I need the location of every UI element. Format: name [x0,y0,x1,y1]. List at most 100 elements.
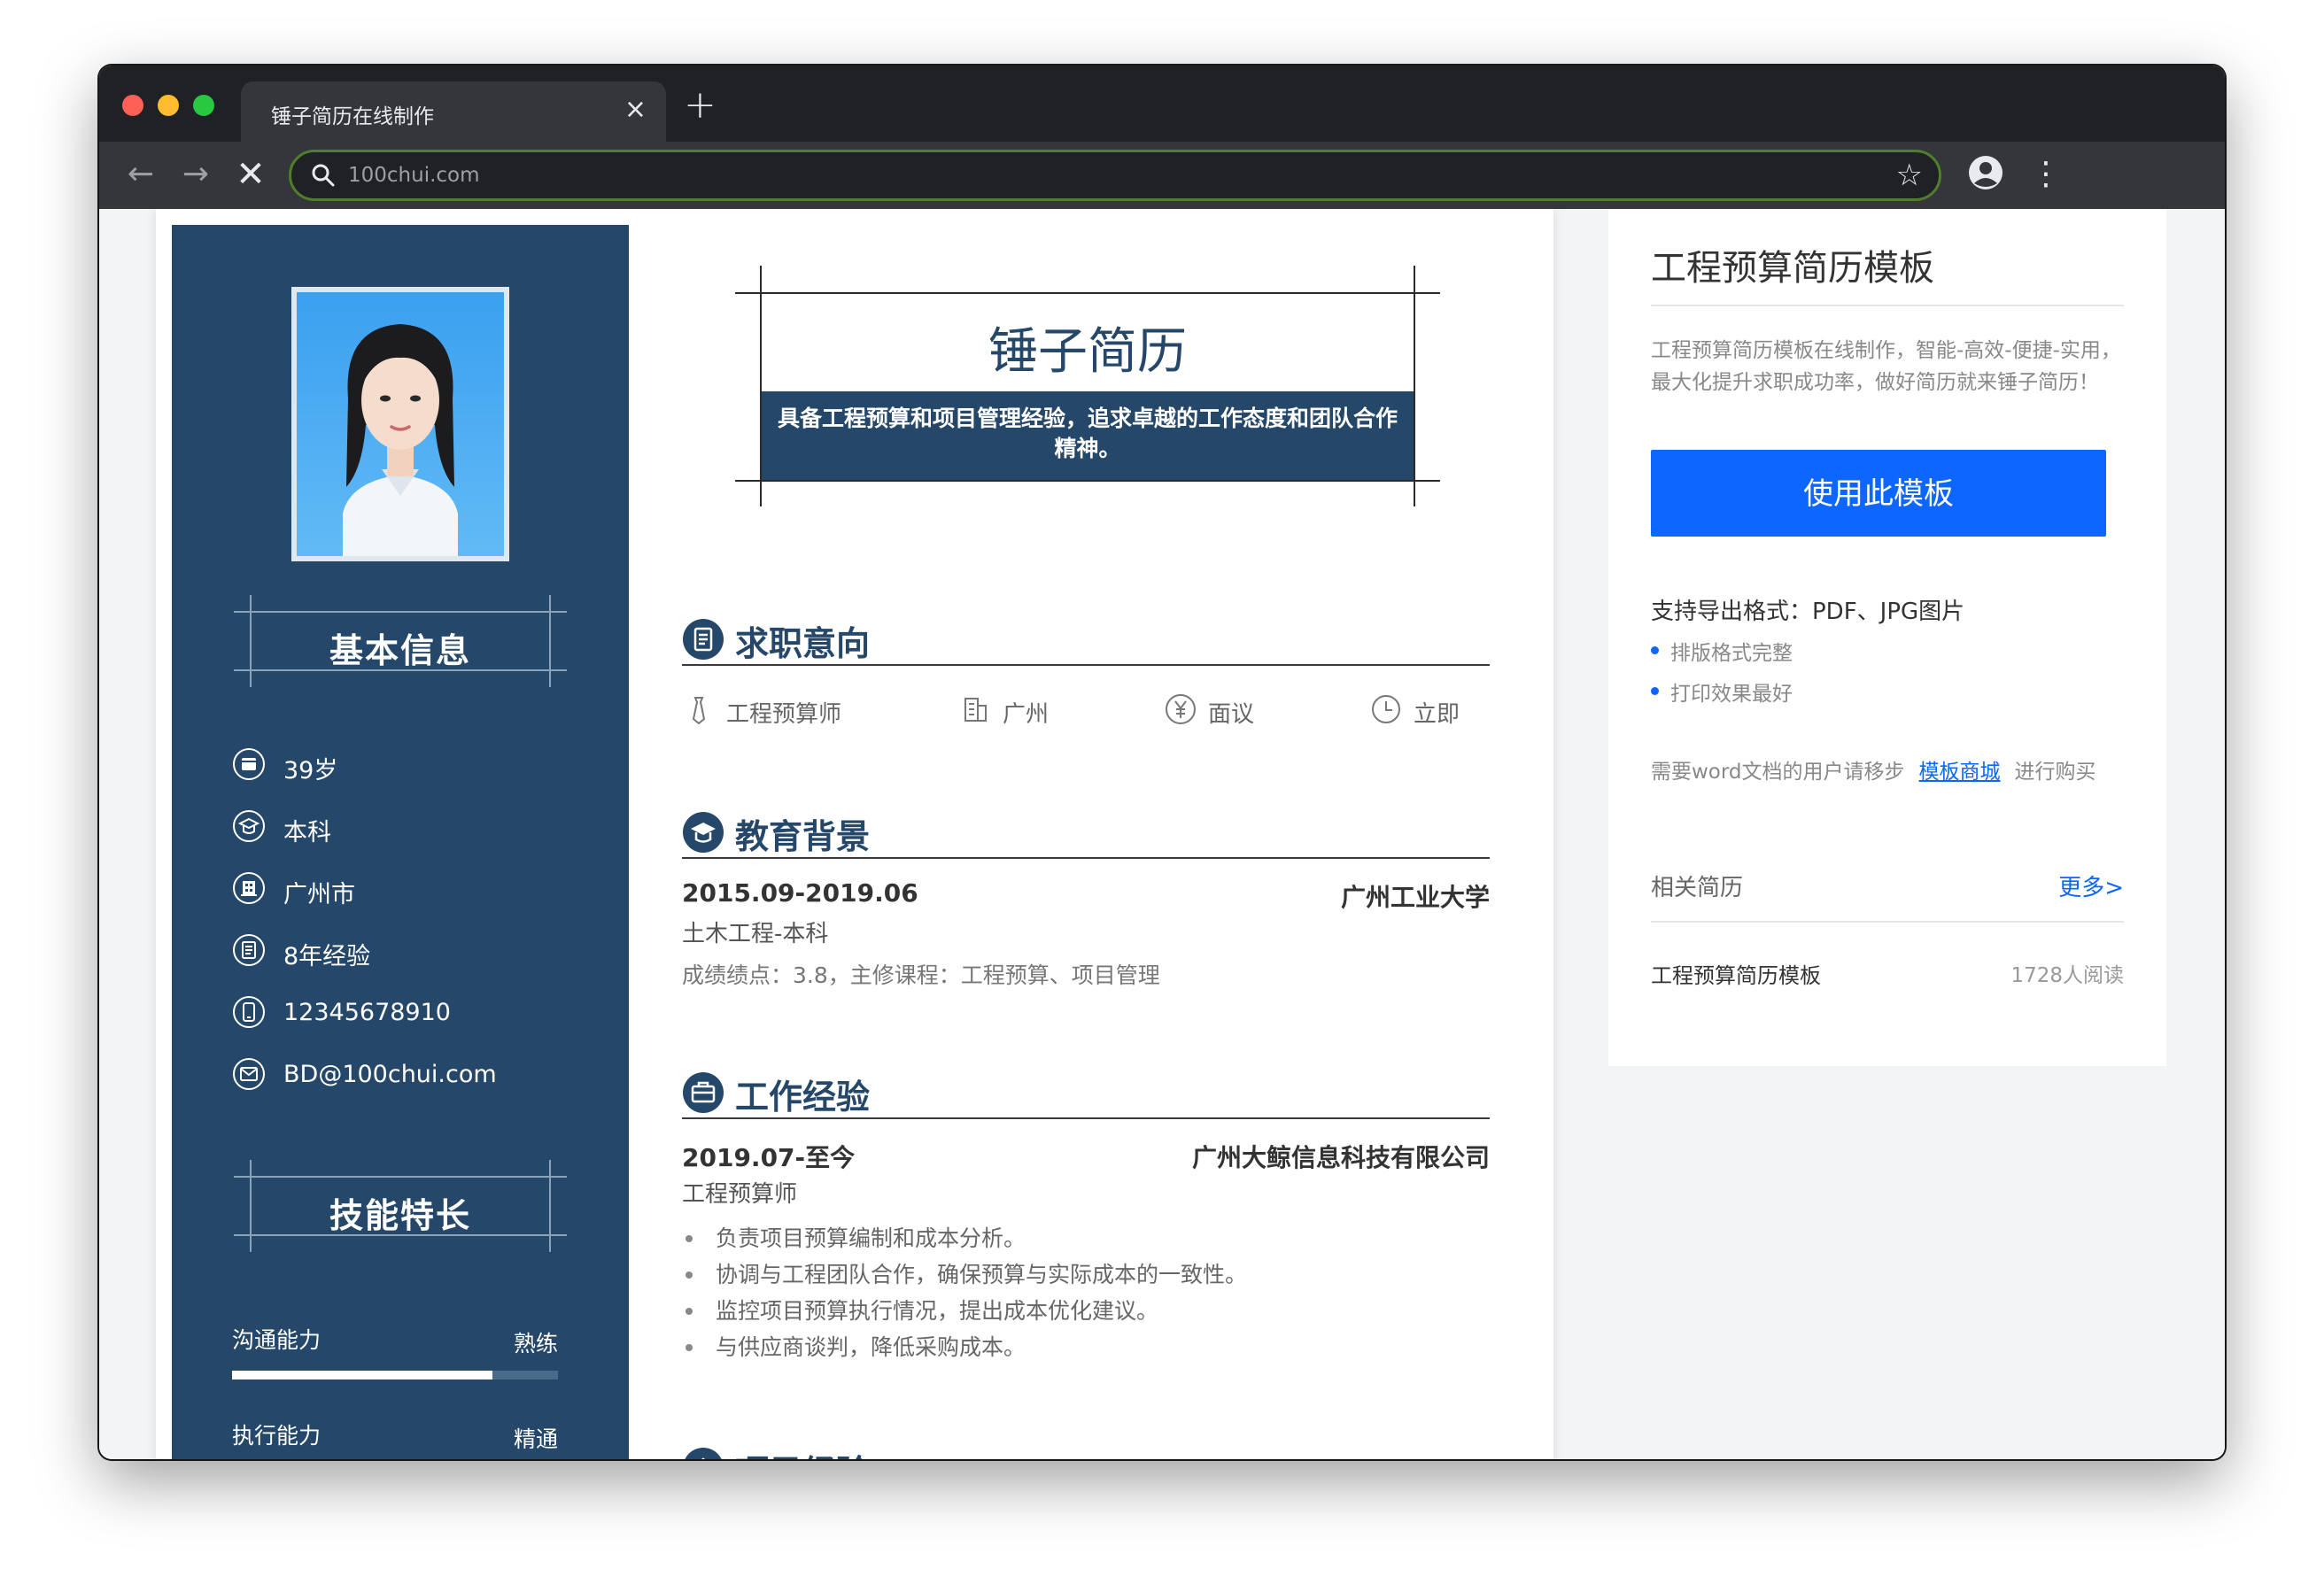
search-icon [312,164,335,187]
info-item-email: BD@100chui.com [232,1057,604,1119]
tab-close-icon[interactable]: × [624,94,647,126]
info-phone: 12345678910 [283,999,451,1026]
section-job-intent: 求职意向 工程预算师 广州 面议 立即 [682,611,1490,737]
mail-icon [233,1058,265,1090]
section-header: 求职意向 [682,611,1490,666]
list-item: 与供应商谈判，降低采购成本。 [682,1329,1490,1365]
skills-heading: 技能特长 [234,1160,567,1252]
browser-menu-icon[interactable]: ⋮ [2030,152,2062,197]
info-degree: 本科 [283,819,331,846]
education-major: 土木工程-本科 [682,921,829,947]
browser-window: 锤子简历在线制作 × + ← → ✕ 100chui.com ☆ ⋮ 基本信息 … [99,66,2225,1459]
template-info-panel: 工程预算简历模板 工程预算简历模板在线制作，智能-高效-便捷-实用， 最大化提升… [1608,209,2166,1066]
skill-name: 执行能力 [232,1423,321,1449]
briefcase-icon [683,1072,724,1113]
new-tab-button[interactable]: + [684,85,717,126]
related-resumes-label: 相关简历 [1651,875,1744,901]
tab-title: 锤子简历在线制作 [271,105,434,128]
use-template-button[interactable]: 使用此模板 [1651,450,2106,537]
page-viewport: 基本信息 39岁 本科 广州市 8年经验 12345678910 BD@100c… [99,209,2225,1459]
resume-title-block: 锤子简历 具备工程预算和项目管理经验，追求卓越的工作态度和团队合作精神。 [735,266,1440,506]
profile-avatar-icon[interactable] [1968,155,2003,190]
section-work: 工作经验 2019.07-至今 广州大鲸信息科技有限公司 工程预算师 负责项目预… [682,1064,1490,1365]
basic-info-title: 基本信息 [329,631,471,670]
basic-info-heading: 基本信息 [234,595,567,687]
section-title: 工作经验 [735,1078,871,1117]
tie-icon [692,697,706,725]
bookmark-star-icon[interactable]: ☆ [1896,159,1923,191]
work-entry-header: 2019.07-至今 广州大鲸信息科技有限公司 [682,1139,1490,1174]
work-duties: 负责项目预算编制和成本分析。 协调与工程团队合作，确保预算与实际成本的一致性。 … [682,1220,1490,1365]
feature-bullet: 打印效果最好 [1651,676,1793,707]
template-store-link[interactable]: 模板商城 [1919,761,2001,784]
info-city: 广州市 [283,881,355,908]
education-period: 2015.09-2019.06 [682,878,918,908]
minimize-window-button[interactable] [158,95,179,116]
info-email: BD@100chui.com [283,1061,497,1088]
skill-bar-track [232,1371,558,1379]
phone-icon [233,996,265,1028]
resume-name: 锤子简历 [988,323,1187,381]
list-item: 协调与工程团队合作，确保预算与实际成本的一致性。 [682,1256,1490,1293]
feature-bullet: 排版格式完整 [1651,636,1793,666]
portrait-illustration [343,324,458,556]
read-count: 1728人阅读 [2010,964,2124,987]
skill-name: 沟通能力 [232,1327,321,1353]
calendar-icon [233,748,265,780]
more-link[interactable]: 更多> [2058,869,2124,902]
template-description: 工程预算简历模板在线制作，智能-高效-便捷-实用， 最大化提升求职成功率，做好简… [1651,339,2121,394]
section-header: 教育背景 [682,804,1490,859]
maximize-window-button[interactable] [193,95,214,116]
info-age: 39岁 [283,757,338,784]
education-school: 广州工业大学 [1340,883,1490,912]
work-title: 工程预算师 [682,1181,798,1208]
info-item-age: 39岁 [232,747,604,809]
skills-title: 技能特长 [329,1196,471,1235]
template-title: 工程预算简历模板 [1651,248,1934,289]
info-item-experience: 8年经验 [232,933,604,995]
resume-sidebar: 基本信息 39岁 本科 广州市 8年经验 12345678910 BD@100c… [172,225,629,1459]
related-resume-link[interactable]: 工程预算简历模板 [1651,958,1821,989]
active-tab[interactable]: 锤子简历在线制作 × [241,81,666,142]
tab-bar: 锤子简历在线制作 × + [99,66,2225,142]
education-entry-header: 2015.09-2019.06 广州工业大学 [682,878,1490,914]
document-icon [233,934,265,966]
section-title: 求职意向 [735,624,871,663]
info-item-degree: 本科 [232,809,604,871]
divider [1651,305,2124,306]
url-text[interactable]: 100chui.com [348,164,480,187]
work-period: 2019.07-至今 [682,1143,856,1172]
yuan-icon [1166,694,1196,724]
list-item: 监控项目预算执行情况，提出成本优化建议。 [682,1293,1490,1329]
building-icon [233,872,265,904]
job-intent-row: 工程预算师 广州 面议 立即 [682,684,1490,737]
skill-bar-fill [232,1371,493,1379]
back-button[interactable]: ← [120,154,161,195]
building-outline-icon [964,698,987,722]
education-details: 成绩绩点：3.8，主修课程：工程预算、项目管理 [682,962,1160,988]
export-formats: 支持导出格式：PDF、JPG图片 [1651,599,1965,625]
work-company: 广州大鲸信息科技有限公司 [1191,1143,1490,1172]
clipboard-icon [683,619,724,660]
info-item-phone: 12345678910 [232,995,604,1057]
forward-button[interactable]: → [175,154,216,195]
stop-loading-button[interactable]: ✕ [230,154,271,195]
info-item-city: 广州市 [232,871,604,933]
resume-tagline: 具备工程预算和项目管理经验，追求卓越的工作态度和团队合作精神。 [762,391,1414,480]
skill-level: 熟练 [513,1331,558,1356]
project-icon [685,1448,722,1459]
word-notice: 需要word文档的用户请移步 模板商城 进行购买 [1651,761,2096,784]
profile-photo [291,287,509,561]
graduation-cap-icon [683,812,724,853]
section-education: 教育背景 2015.09-2019.06 广州工业大学 土木工程-本科 成绩绩点… [682,804,1490,990]
section-project: 项目经验 [682,1440,1490,1459]
graduation-icon [233,810,265,842]
close-window-button[interactable] [122,95,143,116]
basic-info-list: 39岁 本科 广州市 8年经验 12345678910 BD@100chui.c… [232,747,604,1119]
clock-icon [1372,695,1400,723]
section-header: 工作经验 [682,1064,1490,1119]
section-title: 教育背景 [735,817,871,856]
list-item: 负责项目预算编制和成本分析。 [682,1220,1490,1256]
skill-level: 精通 [513,1426,558,1452]
address-bar[interactable]: 100chui.com ☆ [289,150,1941,201]
